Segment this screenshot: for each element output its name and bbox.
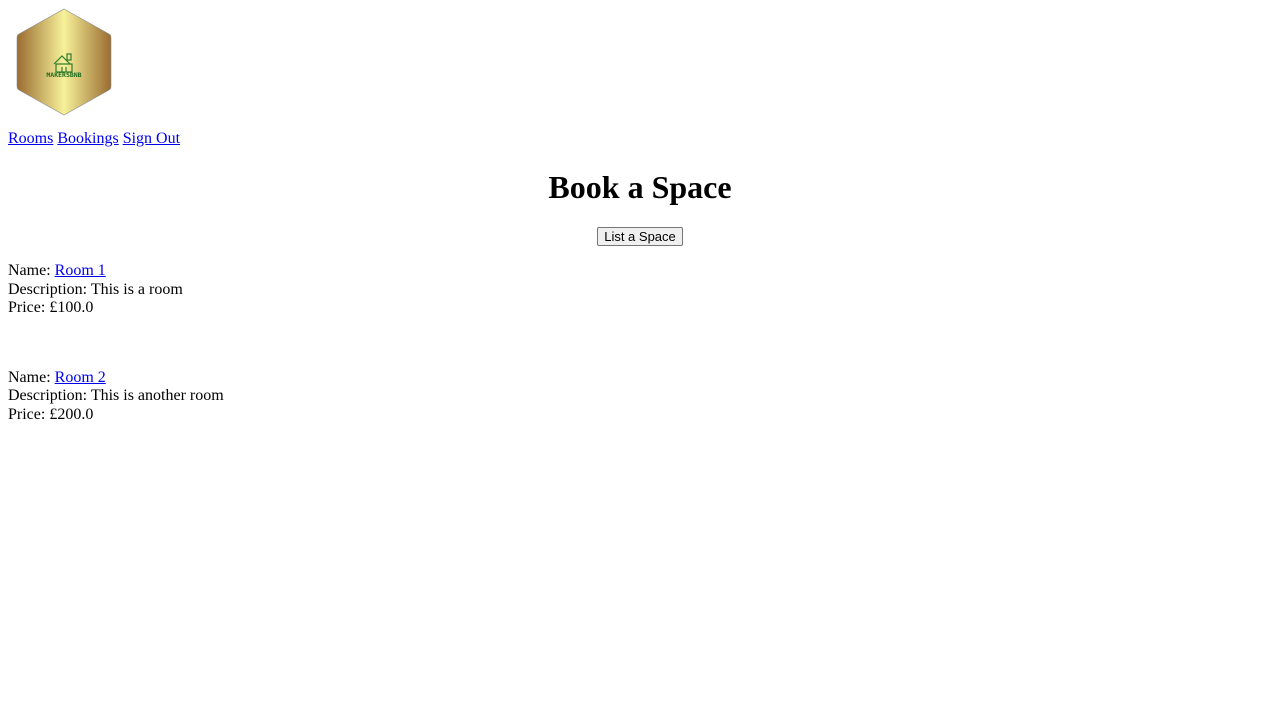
room-price: £200.0 [49,405,94,423]
logo-wordmark: MAKERSBNB [46,71,81,79]
main-nav: Rooms Bookings Sign Out [8,130,1272,148]
list-space-row: List a Space [8,227,1272,246]
page: MAKERSBNB Rooms Bookings Sign Out Book a… [0,0,1280,424]
room-price-line: Price: £200.0 [8,406,1272,425]
room-1-link[interactable]: Room 1 [55,262,106,279]
makersbnb-logo[interactable]: MAKERSBNB [8,0,120,122]
room-price: £100.0 [49,299,94,316]
room-price-label: Price: [8,405,50,423]
room-name-label: Name: [8,368,55,386]
room-name-label: Name: [8,262,55,279]
room-name-line: Name: Room 2 [8,369,1272,388]
list-space-button[interactable]: List a Space [597,227,683,246]
room-price-label: Price: [8,299,50,316]
room-description: This is a room [90,280,183,298]
room-description-label: Description: [8,280,91,298]
room-name-line: Name: Room 1 [8,262,1272,281]
room-listing: Name: Room 2 Description: This is anothe… [8,369,1272,425]
room-price-line: Price: £100.0 [8,299,1272,318]
room-description-line: Description: This is another room [8,387,1272,406]
nav-rooms-link[interactable]: Rooms [8,130,53,147]
room-listing: Name: Room 1 Description: This is a room… [8,262,1272,318]
page-title: Book a Space [548,169,732,205]
logo-hexagon-icon: MAKERSBNB [16,8,112,116]
nav-sign-out-link[interactable]: Sign Out [123,130,180,147]
nav-bookings-link[interactable]: Bookings [57,130,118,147]
room-description-label: Description: [8,387,91,404]
room-description-line: Description: This is a room [8,281,1272,300]
room-description: This is another room [90,387,224,404]
room-2-link[interactable]: Room 2 [55,369,106,386]
